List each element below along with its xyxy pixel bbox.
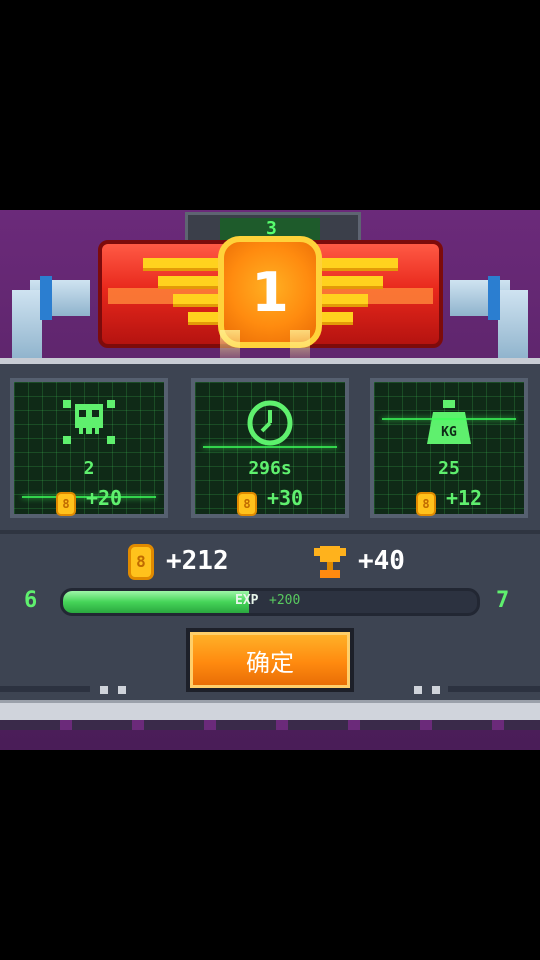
coin-icon: 8 bbox=[55, 492, 76, 516]
coin-icon: 8 bbox=[128, 544, 154, 580]
time-reward: 8 +30 bbox=[195, 486, 345, 516]
weight-kg-icon: KG bbox=[427, 400, 471, 444]
coin-icon: 8 bbox=[236, 492, 257, 516]
time-value: 296s bbox=[248, 458, 292, 479]
stat-card-kills: 2 8 +20 bbox=[10, 378, 168, 518]
kills-value: 2 bbox=[83, 458, 95, 479]
exp-progress-bar: EXP +200 bbox=[60, 588, 480, 616]
right-pipe-elbow bbox=[498, 290, 528, 360]
left-pipe-cap bbox=[40, 276, 52, 320]
weight-icon-label: KG bbox=[441, 425, 457, 440]
trophy-icon bbox=[314, 546, 346, 578]
left-pipe-elbow bbox=[12, 290, 42, 360]
time-reward-text: +30 bbox=[266, 486, 304, 510]
weight-reward: 8 +12 bbox=[374, 486, 524, 516]
total-coins: +212 bbox=[166, 546, 229, 576]
bottom-teeth bbox=[0, 720, 540, 730]
right-pipe-cap bbox=[488, 276, 500, 320]
total-trophies: +40 bbox=[358, 546, 405, 576]
skull-crossbones-icon bbox=[63, 400, 115, 444]
scanline bbox=[382, 418, 516, 420]
current-level: 6 bbox=[24, 588, 38, 613]
kills-reward-text: +20 bbox=[85, 486, 123, 510]
rail-right bbox=[448, 686, 540, 692]
stat-card-weight: KG 25 8 +12 bbox=[370, 378, 528, 518]
rail-dot bbox=[432, 686, 440, 694]
panel-divider bbox=[0, 530, 540, 534]
confirm-button[interactable]: 确定 bbox=[186, 628, 354, 692]
kills-reward: 8 +20 bbox=[14, 486, 164, 516]
exp-gain: +200 bbox=[269, 593, 301, 608]
scanline bbox=[203, 446, 337, 448]
stat-card-time: 296s 8 +30 bbox=[191, 378, 349, 518]
next-level: 7 bbox=[496, 588, 510, 613]
rail-dot bbox=[414, 686, 422, 694]
exp-label: EXP bbox=[235, 593, 259, 608]
coin-icon: 8 bbox=[415, 492, 436, 516]
weight-value: 25 bbox=[438, 458, 460, 479]
rail-dot bbox=[100, 686, 108, 694]
weight-reward-text: +12 bbox=[445, 486, 483, 510]
rail-left bbox=[0, 686, 90, 692]
rank-number: 1 bbox=[251, 260, 289, 324]
rail-dot bbox=[118, 686, 126, 694]
clock-icon bbox=[247, 400, 293, 446]
exp-progress-fill bbox=[63, 591, 250, 613]
